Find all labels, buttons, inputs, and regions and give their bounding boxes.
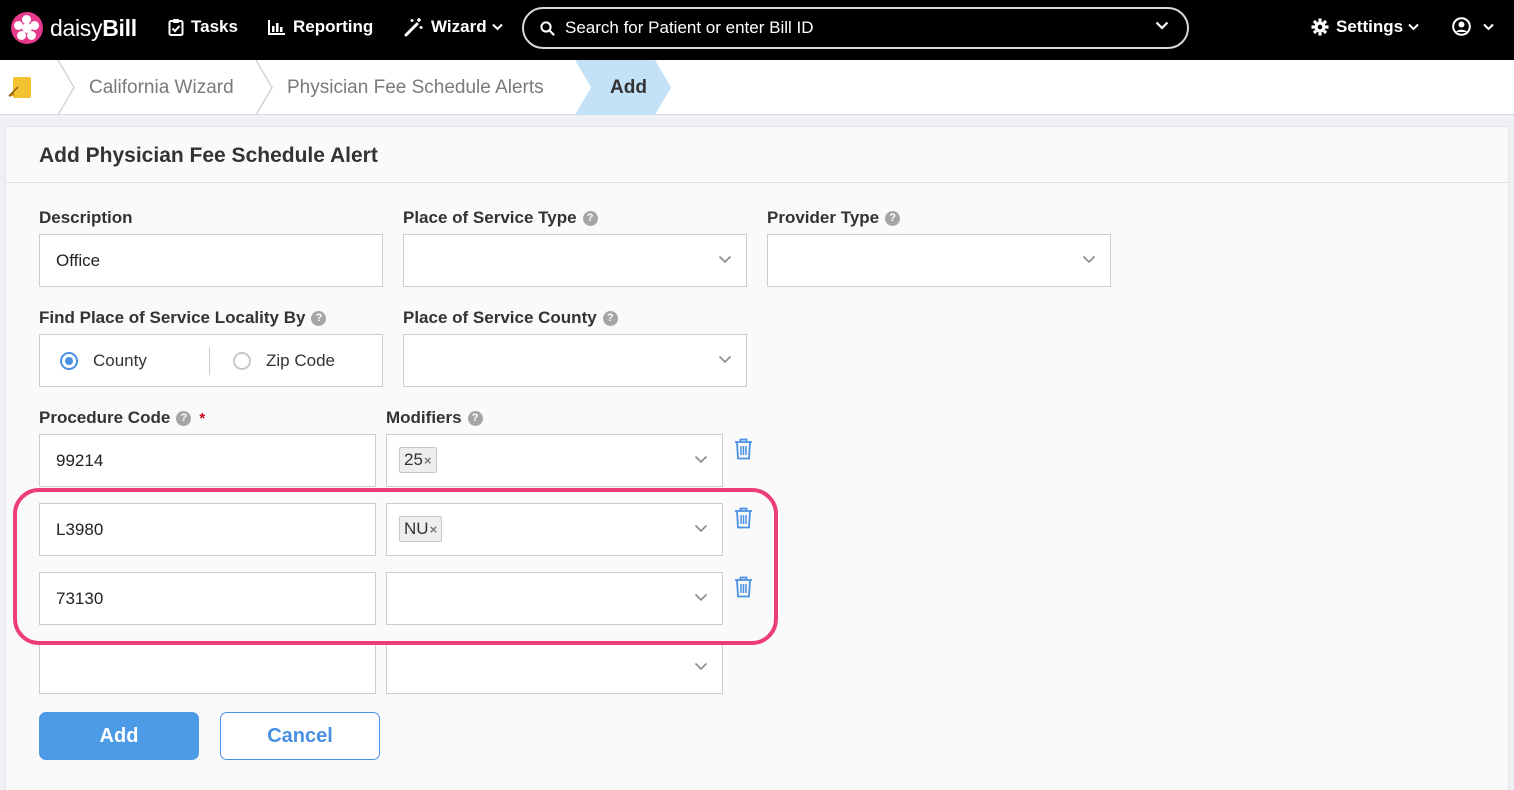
nav-settings-label: Settings <box>1336 17 1404 36</box>
help-icon[interactable]: ? <box>582 210 598 226</box>
add-alert-card: Add Physician Fee Schedule Alert Descrip… <box>5 126 1509 790</box>
help-icon[interactable]: ? <box>176 410 192 426</box>
help-icon[interactable]: ? <box>467 410 483 426</box>
cancel-button[interactable]: Cancel <box>220 712 380 760</box>
procedure-code-input[interactable] <box>39 641 376 694</box>
nav-tasks[interactable]: Tasks <box>168 17 238 37</box>
modifiers-select[interactable]: 25 × <box>386 434 723 487</box>
highlight-annotation <box>13 488 778 645</box>
modifier-tag: 25 × <box>399 447 437 473</box>
logo[interactable]: daisyBill <box>11 12 137 44</box>
top-nav: daisyBill Tasks Reporting Wizard Search … <box>0 0 1514 60</box>
search-icon <box>540 20 555 36</box>
description-input[interactable]: Office <box>39 234 383 287</box>
locality-label: Find Place of Service Locality By? <box>39 308 327 328</box>
divider <box>6 182 1508 183</box>
bar-chart-icon <box>268 20 285 35</box>
add-button[interactable]: Add <box>39 712 199 760</box>
wizard-home-icon[interactable] <box>6 73 36 103</box>
page-title: Add Physician Fee Schedule Alert <box>39 144 378 167</box>
breadcrumb: California Wizard Physician Fee Schedule… <box>0 60 1514 115</box>
nav-wizard[interactable]: Wizard <box>404 17 510 37</box>
nav-tasks-label: Tasks <box>191 17 238 36</box>
provider-type-select[interactable] <box>767 234 1111 287</box>
chevron-down-icon <box>718 355 732 364</box>
radio-county-label[interactable]: County <box>93 351 147 371</box>
nav-wizard-label: Wizard <box>431 17 487 36</box>
search-placeholder: Search for Patient or enter Bill ID <box>565 18 814 37</box>
nav-reporting-label: Reporting <box>293 17 374 36</box>
modifiers-label: Modifiers? <box>386 408 483 428</box>
breadcrumb-current: Add <box>575 60 671 115</box>
county-select[interactable] <box>403 334 747 387</box>
trash-icon[interactable] <box>734 438 753 460</box>
chevron-down-icon <box>1483 23 1494 30</box>
procedure-code-input[interactable]: 99214 <box>39 434 376 487</box>
help-icon[interactable]: ? <box>885 210 901 226</box>
required-marker: * <box>199 409 206 427</box>
description-label: Description <box>39 208 133 227</box>
user-menu[interactable] <box>1452 17 1501 36</box>
chevron-down-icon <box>694 662 708 671</box>
provider-type-label: Provider Type? <box>767 208 901 228</box>
brand-name: daisyBill <box>50 14 137 41</box>
chevron-down-icon <box>694 455 708 464</box>
modifiers-select[interactable] <box>386 641 723 694</box>
radio-county[interactable] <box>60 352 78 370</box>
user-avatar-icon <box>1452 17 1471 36</box>
breadcrumb-california-wizard[interactable]: California Wizard <box>89 77 234 99</box>
pos-type-label: Place of Service Type? <box>403 208 598 228</box>
daisy-logo-icon <box>11 12 43 44</box>
radio-zip-code[interactable] <box>233 352 251 370</box>
chevron-down-icon <box>491 23 503 31</box>
breadcrumb-fee-schedule-alerts[interactable]: Physician Fee Schedule Alerts <box>287 77 544 99</box>
remove-tag-icon[interactable]: × <box>424 453 432 468</box>
nav-settings[interactable]: Settings <box>1311 17 1426 37</box>
radio-zip-code-label[interactable]: Zip Code <box>266 351 335 371</box>
help-icon[interactable]: ? <box>311 310 327 326</box>
procedure-code-label: Procedure Code? * <box>39 408 206 427</box>
patient-search[interactable]: Search for Patient or enter Bill ID <box>522 7 1189 49</box>
chevron-down-icon[interactable] <box>1155 21 1169 30</box>
breadcrumb-separator <box>255 60 273 115</box>
nav-reporting[interactable]: Reporting <box>268 17 373 37</box>
gear-icon <box>1311 18 1329 36</box>
pos-type-select[interactable] <box>403 234 747 287</box>
breadcrumb-add: Add <box>610 77 647 98</box>
chevron-down-icon <box>1082 255 1096 264</box>
breadcrumb-separator <box>57 60 75 115</box>
help-icon[interactable]: ? <box>602 310 618 326</box>
chevron-down-icon <box>718 255 732 264</box>
chevron-down-icon <box>1408 23 1419 31</box>
clipboard-check-icon <box>168 19 184 36</box>
county-label: Place of Service County? <box>403 308 618 328</box>
radio-divider <box>209 347 210 375</box>
magic-wand-icon <box>404 18 423 37</box>
locality-radio-group: County Zip Code <box>39 334 383 387</box>
